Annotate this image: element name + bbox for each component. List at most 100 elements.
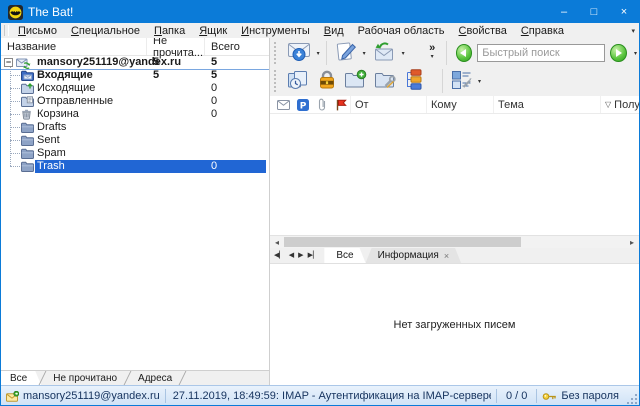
quick-search-input[interactable]: [477, 44, 605, 62]
new-folder-button[interactable]: [340, 68, 370, 94]
key-icon: [542, 391, 557, 402]
last-tab-button[interactable]: ▶▏: [308, 248, 319, 263]
resize-grip[interactable]: [627, 386, 639, 406]
scroll-left-arrow[interactable]: ◂: [270, 237, 284, 248]
menu-item-2[interactable]: Специальное: [64, 25, 147, 37]
folder-row-trash-ru[interactable]: Корзина0: [1, 108, 269, 121]
next-tab-button[interactable]: ▶: [298, 248, 303, 263]
tree-connector: [10, 88, 20, 89]
menu-grip: [4, 25, 9, 36]
tree-connector: [10, 153, 20, 154]
sort-indicator-icon: ▽: [605, 100, 611, 109]
right-arrow-icon: [616, 49, 622, 57]
flag-icon[interactable]: [331, 99, 350, 111]
column-header-name[interactable]: Название: [1, 38, 147, 55]
folder-total-count: 0: [211, 160, 217, 173]
overflow-dropdown[interactable]: [429, 53, 436, 62]
menu-item-5[interactable]: Инструменты: [234, 25, 317, 37]
menu-item-9[interactable]: Справка: [514, 25, 571, 37]
column-header-to[interactable]: Кому: [426, 96, 493, 113]
folder-maintenance-button[interactable]: [370, 68, 400, 94]
menu-item-1[interactable]: Письмо: [11, 25, 64, 37]
horizontal-scrollbar[interactable]: ◂ ▸: [270, 235, 639, 248]
column-header-unread[interactable]: Не прочита...: [147, 38, 205, 55]
folder-panel-tabs: ВсеНе прочитаноАдреса: [1, 370, 269, 385]
attachment-icon[interactable]: [312, 98, 331, 111]
toolbar-grip[interactable]: [274, 42, 280, 64]
folder-row-trash[interactable]: Trash0: [1, 160, 269, 173]
folder-row-spam[interactable]: Spam: [1, 147, 269, 160]
folder-unread-count: 5: [153, 56, 159, 69]
status-message: 27.11.2019, 18:49:59: IMAP - Аутентифика…: [171, 390, 491, 402]
toolbar-grip[interactable]: [274, 70, 280, 92]
collapse-toggle[interactable]: −: [4, 58, 13, 67]
column-header-from[interactable]: От: [350, 96, 426, 113]
column-header-subject[interactable]: Тема: [493, 96, 600, 113]
sort-settings-button[interactable]: [447, 68, 476, 94]
lock-icon: [317, 69, 337, 93]
folder-tab-3[interactable]: Адреса: [129, 371, 181, 385]
sort-settings-dropdown[interactable]: [476, 78, 483, 85]
search-dropdown[interactable]: [632, 50, 639, 57]
search-back-button[interactable]: [456, 44, 473, 62]
status-password[interactable]: Без пароля: [542, 390, 619, 402]
message-list[interactable]: [270, 114, 639, 235]
maximize-button[interactable]: □: [579, 1, 609, 23]
folder-tab-1[interactable]: Все: [1, 371, 41, 385]
menu-bar: ПисьмоСпециальноеПапкаЯщикИнструментыВид…: [1, 23, 639, 38]
folder-tree-button[interactable]: [400, 68, 428, 94]
folder-total-count: 0: [211, 95, 217, 108]
menu-item-4[interactable]: Ящик: [192, 25, 234, 37]
search-forward-button[interactable]: [610, 44, 627, 62]
menu-item-6[interactable]: Вид: [317, 25, 351, 37]
tree-connector: [10, 140, 20, 141]
titlebar: The Bat! – □ ×: [1, 1, 639, 23]
view-tab-1[interactable]: Все: [324, 248, 365, 263]
prev-tab-button[interactable]: ◀: [289, 248, 294, 263]
folder-row-account[interactable]: −mansory251119@yandex.ru55: [1, 56, 269, 69]
menu-item-3[interactable]: Папка: [147, 25, 192, 37]
status-bar: mansory251119@yandex.ru 27.11.2019, 18:4…: [1, 385, 639, 406]
status-separator: [496, 389, 497, 403]
get-mail-button[interactable]: [283, 40, 315, 66]
get-mail-icon: [286, 41, 312, 65]
view-tab-2[interactable]: Информация ×: [366, 248, 462, 263]
folder-row-sent-ru[interactable]: Отправленные0: [1, 95, 269, 108]
status-counter: 0 / 0: [502, 390, 531, 402]
priority-icon[interactable]: P: [293, 99, 312, 111]
scroll-right-arrow[interactable]: ▸: [625, 237, 639, 248]
close-tab-icon[interactable]: ×: [444, 251, 449, 261]
mailbox-password-button[interactable]: [314, 68, 340, 94]
folder-row-sent[interactable]: Sent: [1, 134, 269, 147]
folder-row-inbox[interactable]: Входящие55: [1, 69, 269, 82]
envelope-icon[interactable]: [274, 100, 293, 110]
check-mail-dropdown[interactable]: [400, 50, 407, 57]
tree-connector: [10, 114, 20, 115]
tree-connector: [10, 101, 20, 102]
folder-tab-2[interactable]: Не прочитано: [44, 371, 126, 385]
folder-name: Spam: [37, 147, 66, 160]
compose-button[interactable]: [331, 40, 361, 66]
folder-row-drafts[interactable]: Drafts: [1, 121, 269, 134]
column-header-received[interactable]: ▽Получ: [600, 96, 639, 113]
toolbar-overflow[interactable]: »: [429, 44, 436, 62]
scrollbar-thumb[interactable]: [284, 237, 521, 247]
status-account[interactable]: mansory251119@yandex.ru: [1, 390, 160, 402]
folder-tools-icon: [373, 69, 397, 93]
column-header-total[interactable]: Всего: [205, 38, 269, 55]
menu-overflow-arrow[interactable]: ▾: [627, 27, 639, 35]
close-button[interactable]: ×: [609, 1, 639, 23]
get-mail-dropdown[interactable]: [315, 50, 322, 57]
window-controls: – □ ×: [549, 1, 639, 23]
mail-dispatcher-button[interactable]: [283, 68, 314, 94]
compose-dropdown[interactable]: [361, 50, 368, 57]
first-tab-button[interactable]: ◀▏: [274, 248, 285, 263]
check-mail-icon: [371, 41, 397, 65]
folder-row-outbox[interactable]: Исходящие0: [1, 82, 269, 95]
menu-item-7[interactable]: Рабочая область: [351, 25, 452, 37]
sort-settings-icon: [450, 69, 473, 93]
menu-item-8[interactable]: Свойства: [452, 25, 514, 37]
check-mail-button[interactable]: [368, 40, 400, 66]
minimize-button[interactable]: –: [549, 1, 579, 23]
folder-panel: Название Не прочита... Всего −mansory251…: [1, 38, 270, 385]
